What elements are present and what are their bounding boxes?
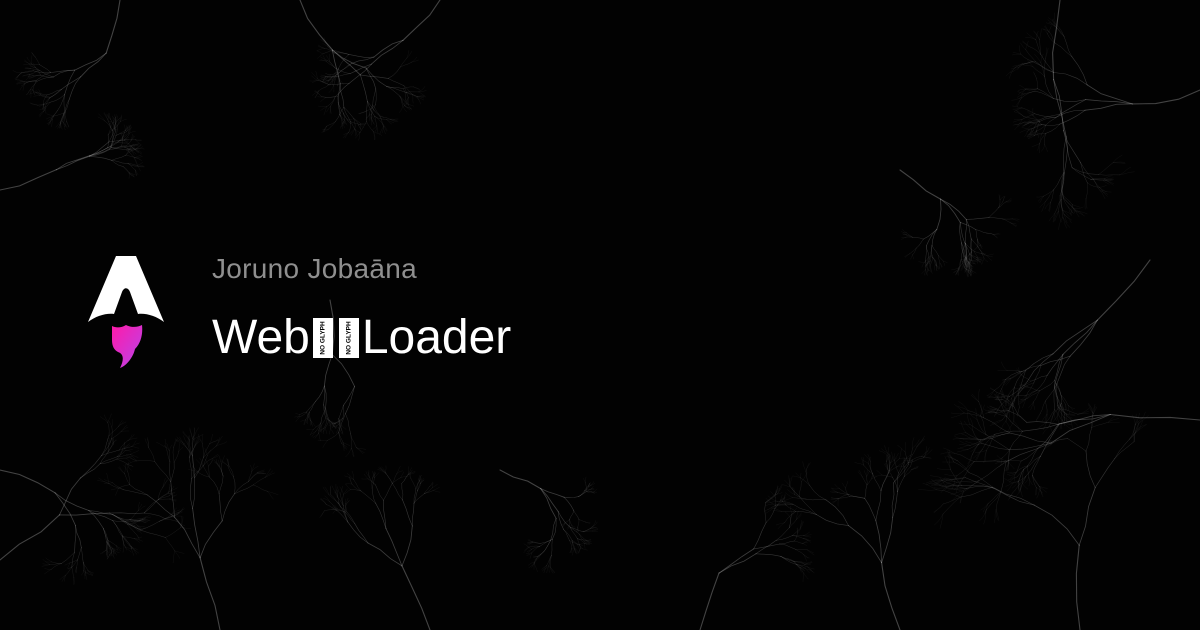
branching-texture-background [0,0,1200,630]
title-start: Web [212,311,310,364]
no-glyph-icon: NO GLYPH [312,317,333,358]
astro-rocket-icon [88,256,164,368]
rocket-flame [112,325,143,368]
title-end: Loader [361,311,512,364]
rocket-body [88,256,164,322]
no-glyph-label: NO GLYPH [320,321,327,355]
no-glyph-icon: NO GLYPH [338,317,359,358]
author-name: Joruno Jobaāna [212,253,418,284]
social-card: Joruno Jobaāna Web NO GLYPH NO GLYPH Loa… [0,0,1200,630]
no-glyph-label: NO GLYPH [346,321,353,355]
post-title: Web NO GLYPH NO GLYPH Loader [212,310,511,365]
